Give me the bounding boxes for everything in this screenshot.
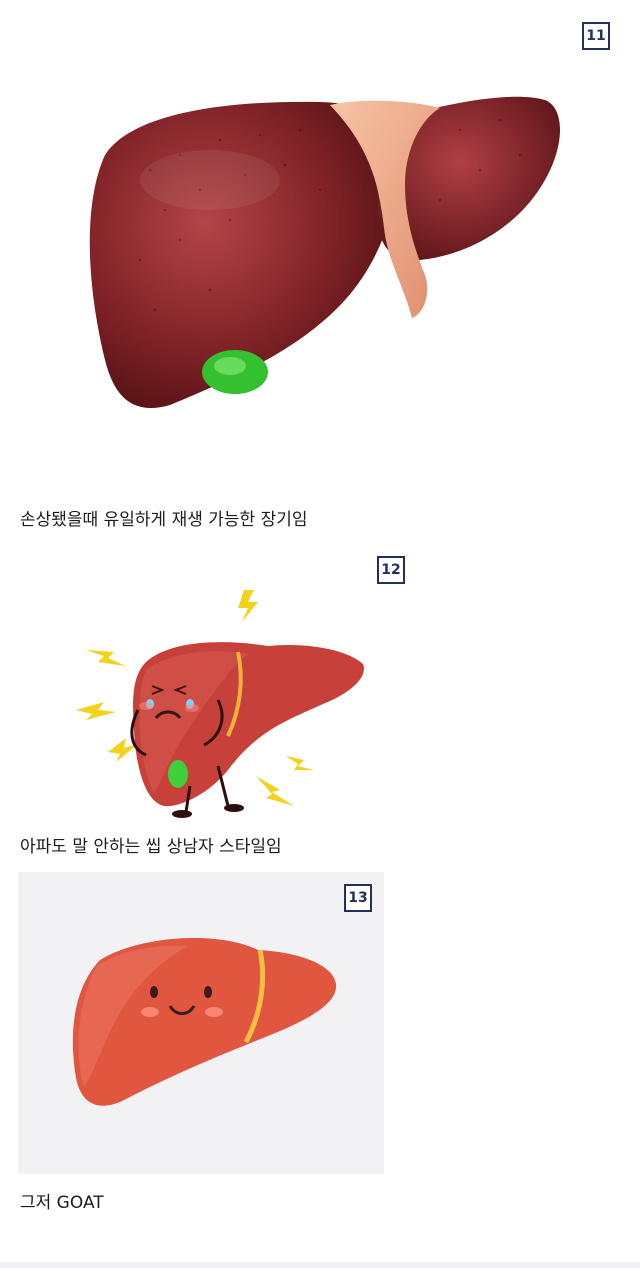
liver-smiling-cartoon bbox=[18, 872, 384, 1174]
caption-12: 아파도 말 안하는 씹 상남자 스타일임 bbox=[20, 837, 282, 857]
caption-11: 손상됐을때 유일하게 재생 가능한 장기임 bbox=[20, 510, 308, 530]
bottom-divider bbox=[0, 1262, 640, 1268]
badge-12: 12 bbox=[377, 556, 405, 584]
badge-13: 13 bbox=[344, 884, 372, 912]
caption-13: 그저 GOAT bbox=[20, 1193, 104, 1213]
panel-12: 12 아파도 말 안하는 씹 상남자 스타일임 bbox=[0, 540, 640, 870]
liver-in-pain-cartoon bbox=[68, 580, 378, 830]
badge-11: 11 bbox=[582, 22, 610, 50]
panel-11: 11 손상됐을때 유일하게 재생 가능한 장기임 bbox=[0, 0, 640, 540]
liver-realistic-illustration bbox=[60, 60, 600, 430]
panel-13: 13 그저 GOAT bbox=[0, 870, 640, 1240]
